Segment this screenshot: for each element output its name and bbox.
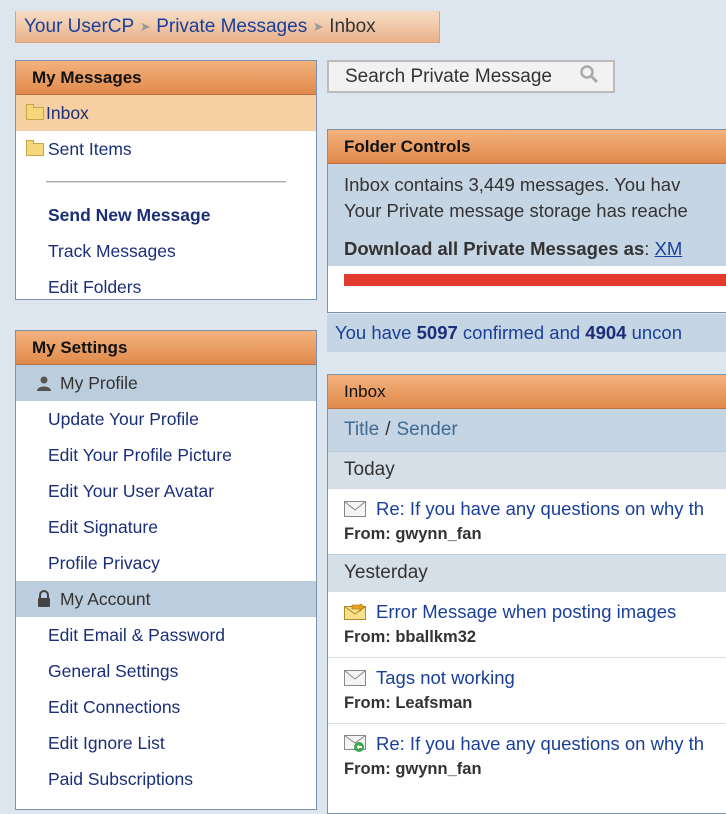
divider [46,181,286,183]
message-title-row: Error Message when posting images [344,600,726,624]
replied-envelope-icon [344,735,366,753]
search-placeholder: Search Private Message [345,65,552,87]
my-account-group: My Account [16,581,316,617]
storage-bar-track [328,266,726,294]
folder-controls-panel: Folder Controls Inbox contains 3,449 mes… [327,129,726,313]
message-list: Today Re: If you have any questions on wh… [328,451,726,789]
forwarded-envelope-icon [344,604,366,620]
user-icon [34,375,54,391]
envelope-icon [344,670,366,686]
my-settings-panel: My Settings My Profile Update Your Profi… [15,330,317,810]
folder-controls-header: Folder Controls [328,130,726,164]
sender-name[interactable]: bballkm32 [395,628,476,646]
message-sender: From: gwynn_fan [344,760,726,779]
from-label: From: [344,628,391,646]
message-sender: From: gwynn_fan [344,525,726,544]
sender-name[interactable]: Leafsman [395,694,472,712]
unconfirmed-count: 4904 [585,322,627,343]
message-row[interactable]: Tags not working From: Leafsman [328,657,726,723]
message-title-row: Re: If you have any questions on why th [344,497,726,521]
edit-signature-link[interactable]: Edit Signature [16,509,316,545]
breadcrumb-arrow-icon: ➤ [139,19,151,34]
profile-privacy-link[interactable]: Profile Privacy [16,545,316,581]
breadcrumb-usercp-link[interactable]: Your UserCP [24,16,134,38]
folder-inbox[interactable]: Inbox [16,95,316,131]
sort-title-link[interactable]: Title [344,419,379,441]
from-label: From: [344,760,391,778]
folder-icon [26,103,44,120]
update-profile-link[interactable]: Update Your Profile [16,401,316,437]
download-row: Download all Private Messages as: XM [344,236,721,262]
sort-sender-link[interactable]: Sender [396,419,457,441]
my-account-label: My Account [60,588,151,609]
my-messages-panel: My Messages Inbox Sent Items Send New Me… [15,60,317,300]
inbox-header: Inbox [328,375,726,409]
edit-connections-link[interactable]: Edit Connections [16,689,316,725]
sender-name[interactable]: gwynn_fan [395,760,481,778]
day-group-header: Yesterday [328,554,726,591]
column-separator: / [385,419,391,440]
message-title-link[interactable]: Error Message when posting images [376,601,676,623]
message-row[interactable]: Re: If you have any questions on why th F… [328,488,726,554]
edit-profile-picture-link[interactable]: Edit Your Profile Picture [16,437,316,473]
envelope-icon [344,501,366,517]
message-title-link[interactable]: Tags not working [376,667,515,689]
message-title-link[interactable]: Re: If you have any questions on why th [376,498,704,520]
storage-bar [344,274,726,286]
inbox-count-text: Inbox contains 3,449 messages. You hav [344,174,681,195]
message-row[interactable]: Re: If you have any questions on why th F… [328,723,726,789]
storage-text: Your Private message storage has reache [344,200,688,221]
folder-sent-items-label: Sent Items [48,138,132,159]
folder-inbox-label: Inbox [46,102,89,123]
breadcrumb-private-messages-link[interactable]: Private Messages [156,16,307,38]
message-title-row: Re: If you have any questions on why th [344,732,726,756]
breadcrumb: Your UserCP ➤ Private Messages ➤ Inbox [15,11,440,43]
folder-icon [26,139,44,156]
folder-controls-body: Inbox contains 3,449 messages. You hav Y… [328,164,726,294]
day-group-header: Today [328,451,726,488]
paid-subscriptions-link[interactable]: Paid Subscriptions [16,761,316,797]
edit-email-password-link[interactable]: Edit Email & Password [16,617,316,653]
confirmed-post: uncon [631,322,682,343]
edit-ignore-list-link[interactable]: Edit Ignore List [16,725,316,761]
column-header: Title / Sender [328,409,726,451]
message-sender: From: bballkm32 [344,628,726,647]
my-profile-label: My Profile [60,372,138,393]
search-private-messages-input[interactable]: Search Private Message [327,60,615,93]
search-icon[interactable] [579,64,599,90]
confirmed-count: 5097 [416,322,458,343]
confirmed-status: You have 5097 confirmed and 4904 uncon [327,314,726,352]
download-xml-link[interactable]: XM [655,238,683,259]
message-title-link[interactable]: Re: If you have any questions on why th [376,733,704,755]
inbox-panel: Inbox Title / Sender Today Re: If you hav… [327,374,726,814]
message-row[interactable]: Error Message when posting images From: b… [328,591,726,657]
from-label: From: [344,694,391,712]
download-colon: : [644,238,650,259]
edit-user-avatar-link[interactable]: Edit Your User Avatar [16,473,316,509]
breadcrumb-current: Inbox [329,16,376,37]
confirmed-pre: You have [335,322,412,343]
download-label: Download all Private Messages as [344,238,645,259]
message-sender: From: Leafsman [344,694,726,713]
breadcrumb-arrow-icon: ➤ [312,19,324,34]
message-title-row: Tags not working [344,666,726,690]
sender-name[interactable]: gwynn_fan [395,525,481,543]
my-messages-header: My Messages [16,61,316,95]
lock-icon [34,590,54,608]
my-profile-group: My Profile [16,365,316,401]
send-new-message-link[interactable]: Send New Message [16,197,316,233]
edit-folders-link[interactable]: Edit Folders [16,269,316,299]
folder-sent-items[interactable]: Sent Items [16,131,316,167]
from-label: From: [344,525,391,543]
general-settings-link[interactable]: General Settings [16,653,316,689]
my-settings-header: My Settings [16,331,316,365]
track-messages-link[interactable]: Track Messages [16,233,316,269]
confirmed-mid: confirmed and [462,322,581,343]
